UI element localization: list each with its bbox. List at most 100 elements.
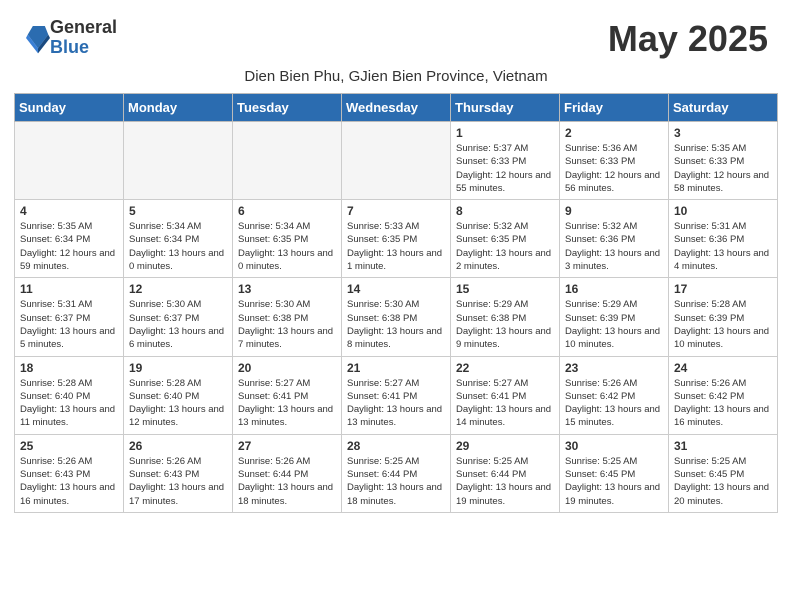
day-number: 17: [674, 282, 772, 296]
calendar-table: SundayMondayTuesdayWednesdayThursdayFrid…: [14, 93, 778, 513]
day-info: Sunrise: 5:25 AMSunset: 6:44 PMDaylight:…: [347, 455, 445, 508]
day-info: Sunrise: 5:25 AMSunset: 6:44 PMDaylight:…: [456, 455, 554, 508]
day-number: 20: [238, 361, 336, 375]
calendar-body: 1Sunrise: 5:37 AMSunset: 6:33 PMDaylight…: [15, 122, 778, 513]
day-cell: [15, 122, 124, 200]
day-info: Sunrise: 5:28 AMSunset: 6:40 PMDaylight:…: [20, 377, 118, 430]
day-info: Sunrise: 5:34 AMSunset: 6:34 PMDaylight:…: [129, 220, 227, 273]
day-info: Sunrise: 5:35 AMSunset: 6:33 PMDaylight:…: [674, 142, 772, 195]
day-cell: 12 Sunrise: 5:30 AMSunset: 6:37 PMDayligh…: [124, 278, 233, 356]
day-info: Sunrise: 5:30 AMSunset: 6:37 PMDaylight:…: [129, 298, 227, 351]
week-row-2: 4 Sunrise: 5:35 AMSunset: 6:34 PMDaylight…: [15, 200, 778, 278]
day-header-monday: Monday: [124, 94, 233, 122]
day-cell: 21Sunrise: 5:27 AMSunset: 6:41 PMDayligh…: [342, 356, 451, 434]
day-info: Sunrise: 5:25 AMSunset: 6:45 PMDaylight:…: [565, 455, 663, 508]
day-number: 9: [565, 204, 663, 218]
day-cell: 11Sunrise: 5:31 AMSunset: 6:37 PMDayligh…: [15, 278, 124, 356]
day-number: 15: [456, 282, 554, 296]
day-cell: 14Sunrise: 5:30 AMSunset: 6:38 PMDayligh…: [342, 278, 451, 356]
day-header-tuesday: Tuesday: [233, 94, 342, 122]
day-info: Sunrise: 5:29 AMSunset: 6:38 PMDaylight:…: [456, 298, 554, 351]
day-cell: 6Sunrise: 5:34 AMSunset: 6:35 PMDaylight…: [233, 200, 342, 278]
page-subtitle: Dien Bien Phu, GJien Bien Province, Viet…: [0, 68, 792, 85]
day-cell: 17 Sunrise: 5:28 AMSunset: 6:39 PMDayligh…: [669, 278, 778, 356]
day-number: 12: [129, 282, 227, 296]
day-number: 29: [456, 439, 554, 453]
day-cell: 24Sunrise: 5:26 AMSunset: 6:42 PMDayligh…: [669, 356, 778, 434]
day-number: 13: [238, 282, 336, 296]
day-number: 16: [565, 282, 663, 296]
day-info: Sunrise: 5:33 AMSunset: 6:35 PMDaylight:…: [347, 220, 445, 273]
day-cell: 20 Sunrise: 5:27 AMSunset: 6:41 PMDayligh…: [233, 356, 342, 434]
day-cell: 4 Sunrise: 5:35 AMSunset: 6:34 PMDaylight…: [15, 200, 124, 278]
logo-text: General Blue: [50, 18, 117, 58]
day-cell: 3 Sunrise: 5:35 AMSunset: 6:33 PMDaylight…: [669, 122, 778, 200]
day-info: Sunrise: 5:36 AMSunset: 6:33 PMDaylight:…: [565, 142, 663, 195]
day-number: 30: [565, 439, 663, 453]
day-info: Sunrise: 5:31 AMSunset: 6:36 PMDaylight:…: [674, 220, 772, 273]
day-cell: 19 Sunrise: 5:28 AMSunset: 6:40 PMDayligh…: [124, 356, 233, 434]
day-number: 26: [129, 439, 227, 453]
logo-general: General: [50, 18, 117, 38]
day-info: Sunrise: 5:32 AMSunset: 6:36 PMDaylight:…: [565, 220, 663, 273]
day-number: 25: [20, 439, 118, 453]
day-number: 23: [565, 361, 663, 375]
week-row-5: 25 Sunrise: 5:26 AMSunset: 6:43 PMDayligh…: [15, 434, 778, 512]
day-number: 28: [347, 439, 445, 453]
day-cell: 30 Sunrise: 5:25 AMSunset: 6:45 PMDayligh…: [560, 434, 669, 512]
day-info: Sunrise: 5:35 AMSunset: 6:34 PMDaylight:…: [20, 220, 118, 273]
day-number: 6: [238, 204, 336, 218]
day-header-thursday: Thursday: [451, 94, 560, 122]
week-row-4: 18Sunrise: 5:28 AMSunset: 6:40 PMDayligh…: [15, 356, 778, 434]
page-header: General Blue May 2025: [0, 0, 792, 68]
day-cell: 28 Sunrise: 5:25 AMSunset: 6:44 PMDayligh…: [342, 434, 451, 512]
week-row-3: 11Sunrise: 5:31 AMSunset: 6:37 PMDayligh…: [15, 278, 778, 356]
day-info: Sunrise: 5:26 AMSunset: 6:43 PMDaylight:…: [20, 455, 118, 508]
month-title: May 2025: [608, 18, 768, 60]
day-info: Sunrise: 5:31 AMSunset: 6:37 PMDaylight:…: [20, 298, 118, 351]
day-number: 2: [565, 126, 663, 140]
calendar-header-row: SundayMondayTuesdayWednesdayThursdayFrid…: [15, 94, 778, 122]
day-number: 4: [20, 204, 118, 218]
day-info: Sunrise: 5:37 AMSunset: 6:33 PMDaylight:…: [456, 142, 554, 195]
day-info: Sunrise: 5:26 AMSunset: 6:42 PMDaylight:…: [565, 377, 663, 430]
day-number: 10: [674, 204, 772, 218]
day-info: Sunrise: 5:32 AMSunset: 6:35 PMDaylight:…: [456, 220, 554, 273]
day-cell: [233, 122, 342, 200]
day-cell: 18Sunrise: 5:28 AMSunset: 6:40 PMDayligh…: [15, 356, 124, 434]
day-cell: 15 Sunrise: 5:29 AMSunset: 6:38 PMDayligh…: [451, 278, 560, 356]
day-info: Sunrise: 5:26 AMSunset: 6:44 PMDaylight:…: [238, 455, 336, 508]
day-cell: [124, 122, 233, 200]
day-info: Sunrise: 5:27 AMSunset: 6:41 PMDaylight:…: [456, 377, 554, 430]
day-info: Sunrise: 5:28 AMSunset: 6:40 PMDaylight:…: [129, 377, 227, 430]
day-number: 19: [129, 361, 227, 375]
day-number: 24: [674, 361, 772, 375]
week-row-1: 1Sunrise: 5:37 AMSunset: 6:33 PMDaylight…: [15, 122, 778, 200]
day-number: 5: [129, 204, 227, 218]
day-info: Sunrise: 5:26 AMSunset: 6:43 PMDaylight:…: [129, 455, 227, 508]
day-info: Sunrise: 5:29 AMSunset: 6:39 PMDaylight:…: [565, 298, 663, 351]
day-number: 3: [674, 126, 772, 140]
day-cell: 7 Sunrise: 5:33 AMSunset: 6:35 PMDaylight…: [342, 200, 451, 278]
logo-blue: Blue: [50, 38, 117, 58]
day-number: 27: [238, 439, 336, 453]
calendar-wrap: SundayMondayTuesdayWednesdayThursdayFrid…: [0, 93, 792, 523]
day-info: Sunrise: 5:25 AMSunset: 6:45 PMDaylight:…: [674, 455, 772, 508]
day-header-friday: Friday: [560, 94, 669, 122]
day-number: 7: [347, 204, 445, 218]
day-header-saturday: Saturday: [669, 94, 778, 122]
day-header-sunday: Sunday: [15, 94, 124, 122]
day-cell: 23 Sunrise: 5:26 AMSunset: 6:42 PMDayligh…: [560, 356, 669, 434]
day-info: Sunrise: 5:30 AMSunset: 6:38 PMDaylight:…: [238, 298, 336, 351]
day-cell: 25 Sunrise: 5:26 AMSunset: 6:43 PMDayligh…: [15, 434, 124, 512]
day-number: 31: [674, 439, 772, 453]
day-info: Sunrise: 5:27 AMSunset: 6:41 PMDaylight:…: [238, 377, 336, 430]
logo: General Blue: [24, 18, 117, 58]
day-cell: 16 Sunrise: 5:29 AMSunset: 6:39 PMDayligh…: [560, 278, 669, 356]
day-cell: 26 Sunrise: 5:26 AMSunset: 6:43 PMDayligh…: [124, 434, 233, 512]
day-info: Sunrise: 5:28 AMSunset: 6:39 PMDaylight:…: [674, 298, 772, 351]
day-cell: 31 Sunrise: 5:25 AMSunset: 6:45 PMDayligh…: [669, 434, 778, 512]
day-cell: 27 Sunrise: 5:26 AMSunset: 6:44 PMDayligh…: [233, 434, 342, 512]
day-cell: 13 Sunrise: 5:30 AMSunset: 6:38 PMDayligh…: [233, 278, 342, 356]
logo-icon: [26, 22, 50, 54]
